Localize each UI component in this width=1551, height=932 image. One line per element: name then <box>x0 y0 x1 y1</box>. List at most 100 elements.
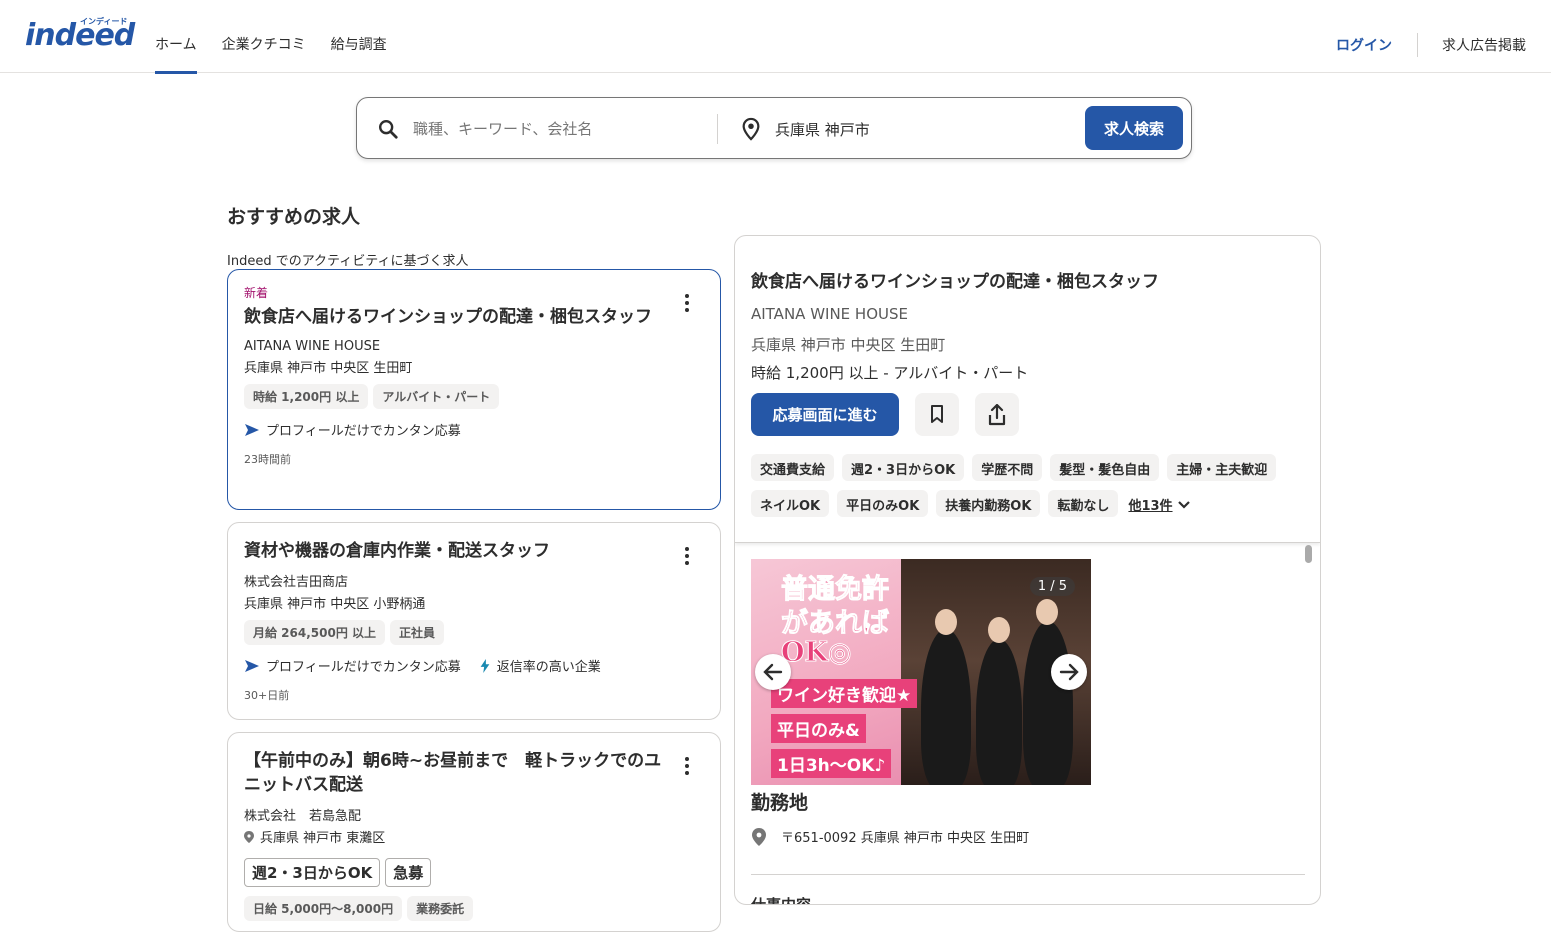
benefit-tag: 扶養内勤務OK <box>936 490 1041 517</box>
promo-band: 平日のみ& <box>771 714 866 743</box>
nav-home[interactable]: ホーム <box>155 0 197 74</box>
show-more-tags-link[interactable]: 他13件 <box>1126 490 1192 519</box>
logo-text: indeed <box>25 18 135 53</box>
job-location-row: 兵庫県 神戸市 東灘区 <box>244 827 704 846</box>
promo-band: 1日3h～OK♪ <box>771 749 892 778</box>
benefit-tag: 交通費支給 <box>751 454 835 481</box>
job-location: 兵庫県 神戸市 中央区 小野柄通 <box>244 597 426 612</box>
promo-line: があれば <box>781 608 890 640</box>
apply-button[interactable]: 応募画面に進む <box>751 393 899 436</box>
more-tags-label: 他13件 <box>1128 499 1173 514</box>
job-card[interactable]: 新着 飲食店へ届けるワインショップの配達・梱包スタッフ AITANA WINE … <box>227 269 721 510</box>
job-location: 兵庫県 神戸市 中央区 生田町 <box>244 361 413 376</box>
nav-salary[interactable]: 給与調査 <box>331 0 387 73</box>
job-title[interactable]: 【午前中のみ】朝6時~お昼前まで 軽トラックでのユニットバス配送 <box>244 749 669 797</box>
staff-face <box>1036 599 1058 625</box>
header-divider <box>1417 33 1418 57</box>
find-jobs-button[interactable]: 求人検索 <box>1085 106 1183 150</box>
staff-figure <box>1023 621 1073 785</box>
workplace-row: 〒651-0092 兵庫県 神戸市 中央区 生田町 <box>751 827 1029 846</box>
job-tags: 週2・3日からOK 急募 <box>244 858 704 887</box>
chevron-down-icon <box>1177 500 1190 509</box>
lightning-icon <box>480 658 490 673</box>
send-icon <box>245 659 259 672</box>
job-detail-pane: 飲食店へ届けるワインショップの配達・梱包スタッフ AITANA WINE HOU… <box>734 235 1321 905</box>
feature-row: プロフィールだけでカンタン応募 <box>244 420 704 439</box>
what-search-input[interactable] <box>413 115 703 143</box>
new-badge: 新着 <box>244 286 269 300</box>
benefit-tag: 週2・3日からOK <box>842 454 965 481</box>
job-tags-2: 日給 5,000円～8,000円 業務委託 <box>244 896 704 921</box>
detail-company[interactable]: AITANA WINE HOUSE <box>751 305 908 323</box>
carousel-prev-button[interactable] <box>755 654 791 690</box>
company-name: 株式会社 若島急配 <box>244 809 362 824</box>
location-pin-icon <box>752 827 766 846</box>
job-tags: 時給 1,200円 以上 アルバイト・パート <box>244 384 704 409</box>
responsive-employer-label: 返信率の高い企業 <box>496 660 601 675</box>
more-options-icon[interactable] <box>676 545 698 567</box>
where-search-input[interactable] <box>775 115 1075 143</box>
benefit-tag: ネイルOK <box>751 490 830 517</box>
workplace-address: 〒651-0092 兵庫県 神戸市 中央区 生田町 <box>781 831 1030 846</box>
more-options-icon[interactable] <box>676 292 698 314</box>
more-options-icon[interactable] <box>676 755 698 777</box>
detail-location: 兵庫県 神戸市 中央区 生田町 <box>751 336 946 354</box>
staff-face <box>935 609 957 635</box>
login-link[interactable]: ログイン <box>1336 35 1392 55</box>
detail-tags: 交通費支給 週2・3日からOK 学歴不問 髪型・髪色自由 主婦・主夫歓迎 ネイル… <box>751 454 1311 519</box>
posted-date: 23時間前 <box>244 453 291 466</box>
section-divider <box>751 874 1305 875</box>
job-card[interactable]: 資材や機器の倉庫内作業・配送スタッフ 株式会社吉田商店 兵庫県 神戸市 中央区 … <box>227 522 721 720</box>
easy-apply-label: プロフィールだけでカンタン応募 <box>266 424 461 439</box>
company-name: AITANA WINE HOUSE <box>244 339 381 354</box>
job-card[interactable]: 【午前中のみ】朝6時~お昼前まで 軽トラックでのユニットバス配送 株式会社 若島… <box>227 732 721 932</box>
detail-scroll-area[interactable]: 普通免許 があれば OK◎ ワイン好き歓迎★ 平日のみ& 1日3h～OK♪ 1 … <box>735 544 1320 904</box>
job-title[interactable]: 飲食店へ届けるワインショップの配達・梱包スタッフ <box>244 305 669 329</box>
location-pin-icon <box>742 117 760 141</box>
arrow-right-icon <box>1059 663 1079 681</box>
indeed-logo[interactable]: インディード indeed <box>25 14 135 54</box>
detail-job-title: 飲食店へ届けるワインショップの配達・梱包スタッフ <box>751 272 1159 292</box>
share-icon <box>988 404 1006 426</box>
top-header: インディード indeed ホーム 企業クチコミ 給与調査 ログイン 求人広告掲… <box>0 0 1551 74</box>
section-title: おすすめの求人 <box>227 206 361 228</box>
scrollbar-thumb[interactable] <box>1305 545 1312 563</box>
staff-face <box>988 617 1010 643</box>
bookmark-icon <box>931 405 943 423</box>
photo-carousel: 普通免許 があれば OK◎ ワイン好き歓迎★ 平日のみ& 1日3h～OK♪ 1 … <box>751 559 1091 785</box>
benefit-tag: 転勤なし <box>1048 490 1119 517</box>
feature-row: プロフィールだけでカンタン応募 返信率の高い企業 <box>244 656 704 675</box>
section-subtitle: Indeed でのアクティビティに基づく求人 <box>227 254 469 269</box>
salary-tag: 月給 264,500円 以上 <box>244 620 386 645</box>
job-type-tag: 正社員 <box>390 620 445 645</box>
detail-salary: 時給 1,200円 以上 - アルバイト・パート <box>751 364 1029 382</box>
urgent-tag: 急募 <box>385 858 432 887</box>
save-job-button[interactable] <box>915 393 959 436</box>
schedule-tag: 週2・3日からOK <box>244 858 381 887</box>
job-type-tag: 業務委託 <box>407 896 474 921</box>
job-type-tag: アルバイト・パート <box>373 384 500 409</box>
main-nav: ホーム 企業クチコミ 給与調査 <box>155 0 412 74</box>
search-icon <box>379 120 398 139</box>
search-bar: 求人検索 <box>356 97 1192 159</box>
nav-company-reviews[interactable]: 企業クチコミ <box>222 0 306 73</box>
share-job-button[interactable] <box>975 393 1019 436</box>
arrow-left-icon <box>763 663 783 681</box>
location-pin-icon <box>244 830 254 843</box>
job-location: 兵庫県 神戸市 東灘区 <box>260 831 386 846</box>
search-divider <box>717 114 718 144</box>
salary-tag: 時給 1,200円 以上 <box>244 384 369 409</box>
employer-link[interactable]: 求人広告掲載 <box>1442 35 1526 55</box>
carousel-counter: 1 / 5 <box>1029 577 1075 596</box>
carousel-next-button[interactable] <box>1051 654 1087 690</box>
company-name: 株式会社吉田商店 <box>244 575 349 590</box>
workplace-heading: 勤務地 <box>751 792 809 814</box>
send-icon <box>245 423 259 436</box>
job-detail-header: 飲食店へ届けるワインショップの配達・梱包スタッフ AITANA WINE HOU… <box>735 236 1320 543</box>
promo-band: ワイン好き歓迎★ <box>771 679 918 708</box>
staff-figure <box>976 639 1022 785</box>
staff-figure <box>921 629 971 785</box>
job-title[interactable]: 資材や機器の倉庫内作業・配送スタッフ <box>244 539 669 563</box>
job-tags: 月給 264,500円 以上 正社員 <box>244 620 704 645</box>
benefit-tag: 平日のみOK <box>837 490 929 517</box>
